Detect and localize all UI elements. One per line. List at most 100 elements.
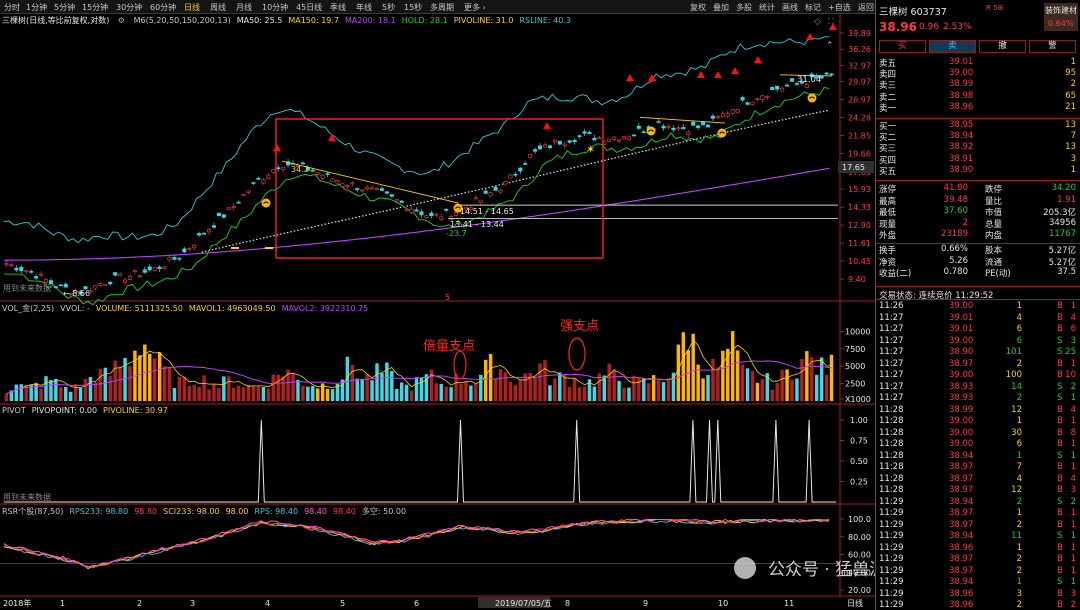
candle-body: [552, 139, 557, 143]
tick-count: 1: [1070, 577, 1076, 587]
candle-body: [300, 162, 305, 165]
rsr-series-1: [3, 518, 830, 570]
candle-body: [710, 115, 715, 119]
tick-side: B: [1057, 416, 1063, 426]
buy-signal-triangle: [328, 134, 336, 141]
tick-row: 11:29 38.94 1 S 1: [879, 577, 1078, 588]
star-icon: ✶: [586, 143, 595, 156]
candle-body: [123, 279, 128, 283]
candle-body: [315, 172, 320, 175]
tick-price: 38.97: [949, 554, 974, 564]
volume-bar: [533, 377, 537, 401]
hold-series: [4, 87, 830, 306]
candle-body: [804, 84, 809, 88]
candle-body: [108, 281, 113, 285]
candle-body: [231, 206, 236, 208]
stat-label: 总量: [985, 219, 1003, 230]
pivot-marker: [807, 93, 817, 103]
volume-bar: [800, 359, 804, 401]
trade-button-买[interactable]: 买: [879, 40, 926, 53]
candle-body: [444, 208, 449, 211]
tick-time: 11:29: [879, 588, 904, 599]
tick-time: 11:27: [879, 393, 904, 403]
stat-value: 1.91: [1057, 194, 1076, 205]
volume-bar: [755, 382, 760, 401]
future-data-note: 用到未来数据: [3, 283, 51, 293]
candle-body: [39, 273, 44, 276]
volume-bar: [98, 368, 103, 401]
tick-count: 1: [1070, 462, 1076, 472]
volume-bar: [4, 393, 9, 401]
candle-body: [755, 98, 760, 100]
trade-button-撤[interactable]: 撤: [979, 40, 1026, 53]
stat-row: 涨停 41.80 跌停 34.20: [879, 183, 1078, 195]
stock-tag: R 5⊞: [986, 4, 1004, 12]
volume-bar: [434, 383, 439, 401]
candle-body: [429, 212, 434, 217]
tick-time: 11:28: [879, 416, 904, 426]
candle-body: [696, 125, 701, 128]
candle-body: [740, 97, 745, 101]
candle-body: [720, 113, 725, 117]
x-axis-end-label: 日线: [847, 598, 863, 608]
tick-time: 11:29: [879, 542, 904, 553]
volume-bar: [508, 382, 513, 401]
volume-bar: [829, 354, 834, 401]
tick-row: 11:28 38.99 12 B 4: [879, 405, 1078, 416]
bid-row-label: 买五: [879, 166, 897, 177]
volume-bar: [256, 385, 261, 401]
candle-body: [705, 124, 711, 128]
candle-body: [9, 264, 14, 266]
candle-body: [478, 199, 483, 203]
tick-time: 11:29: [879, 554, 904, 564]
volume-bar: [395, 388, 399, 401]
candle-body: [256, 177, 261, 180]
early-low-label: ← 8.66: [63, 289, 90, 298]
candle-body: [187, 248, 192, 251]
candle-body: [98, 283, 103, 286]
volume-bar: [661, 382, 666, 401]
volume-bar: [558, 372, 562, 401]
candle-body: [770, 86, 775, 91]
volume-bar: [518, 379, 523, 401]
tick-price: 38.94: [949, 577, 974, 587]
tick-time: 11:29: [879, 531, 904, 541]
bid-row-price: 38.95: [949, 120, 974, 130]
volume-bar: [543, 360, 547, 401]
pivot-marker: [717, 128, 727, 138]
stat-value: 5.27亿: [1048, 246, 1076, 256]
x-axis-label: 9: [643, 599, 648, 608]
ask-row-price: 38.98: [949, 90, 974, 101]
bid-row-vol: 3: [1070, 153, 1076, 164]
tick-price: 38.94: [949, 450, 974, 461]
volume-bar: [790, 379, 794, 401]
volume-bar: [691, 333, 695, 401]
candle-body: [626, 136, 631, 141]
tick-price: 38.96: [949, 542, 974, 553]
candle-body: [350, 182, 355, 185]
candle-body: [211, 225, 216, 228]
candle-body: [172, 257, 177, 260]
tick-side: B: [1057, 473, 1063, 484]
stat-value: 37.5: [1057, 267, 1076, 278]
stats-separator: [876, 286, 1080, 287]
tick-price: 39.00: [949, 301, 974, 311]
volume-bar: [592, 386, 597, 401]
tick-row: 11:29 38.97 2 B 1: [879, 520, 1078, 531]
tick-count: 1: [1070, 519, 1076, 530]
trade-button-卖[interactable]: 卖: [929, 40, 976, 53]
volume-bar: [360, 378, 364, 401]
volume-bar: [232, 387, 236, 401]
tick-row: 11:26 39.00 1 B 1: [879, 301, 1078, 312]
tick-vol: 1: [1016, 577, 1022, 587]
tick-vol: 6: [1016, 324, 1022, 334]
stat-row: 换手 0.66% 股本 5.27亿: [879, 244, 1078, 256]
ask-row-vol: 1: [1070, 57, 1076, 67]
volume-bar: [701, 378, 705, 401]
trade-button-警[interactable]: 警: [1029, 40, 1076, 53]
tick-side: B: [1057, 542, 1063, 553]
volume-bar: [469, 385, 473, 401]
volume-header-item-3: MAVOL1: 4963049.50: [188, 304, 276, 313]
stat-value: 5.26: [949, 255, 968, 266]
tick-time: 11:27: [879, 358, 904, 369]
